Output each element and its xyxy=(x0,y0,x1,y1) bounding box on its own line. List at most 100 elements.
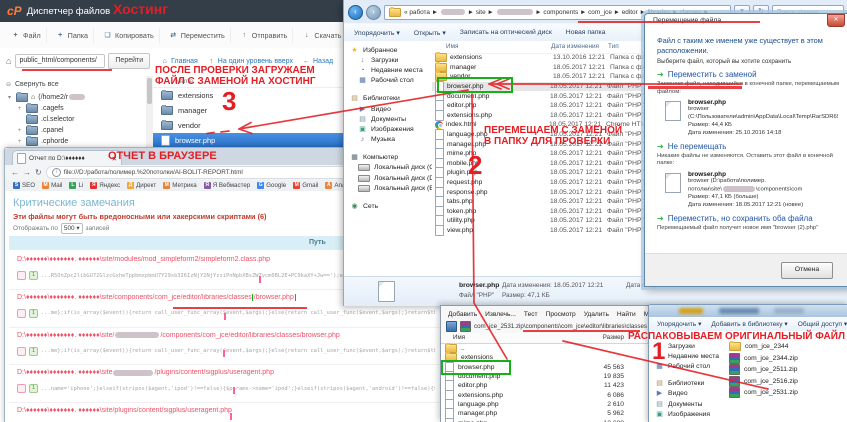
sidebar-item[interactable]: ▣Изображения xyxy=(649,409,727,419)
winrar-toolbar-button[interactable]: Найти xyxy=(617,311,636,318)
cpanel-path-input[interactable]: public_html/components/ xyxy=(15,54,105,68)
winrar-file-row[interactable]: mime.php12 688 xyxy=(441,418,648,422)
chrome-tab[interactable]: Отчет по D:\♦♦♦♦♦♦ ✕ xyxy=(12,150,122,166)
cpanel-collapse-all[interactable]: ⊖ Свернуть все xyxy=(5,81,146,88)
toolbar-item[interactable]: Новая папка xyxy=(566,29,606,36)
bookmark-item[interactable]: ММетрика xyxy=(163,182,196,189)
bookmark-item[interactable]: ЯЯ Вебмастер xyxy=(204,182,251,189)
reload-icon[interactable]: ↻ xyxy=(35,168,42,177)
expander-icon[interactable]: + xyxy=(16,139,23,145)
winrar-file-row[interactable]: language.php2 610 xyxy=(441,400,648,409)
cancel-button[interactable]: Отмена xyxy=(781,262,833,279)
expander-icon[interactable]: + xyxy=(16,106,23,112)
cpanel-file-row[interactable]: browser.php xyxy=(153,133,362,148)
dialog-option-button[interactable]: ➜Переместить, но сохранить оба файла xyxy=(657,214,839,223)
sidebar-item[interactable]: ◉Сеть xyxy=(344,201,432,211)
sidebar-item[interactable]: ♪Музыка xyxy=(344,135,432,145)
archive-file-row[interactable]: com_jce_2516.zip xyxy=(729,376,847,388)
sidebar-item[interactable]: ▶Видео xyxy=(649,389,727,399)
winrar-file-row[interactable]: editor.php11 423 xyxy=(441,381,648,390)
sidebar-item[interactable]: ▦Компьютер xyxy=(344,153,432,163)
sidebar-item[interactable]: ★Избранное xyxy=(344,45,432,55)
bookmark-item[interactable]: MGmail xyxy=(293,182,318,189)
winrar-toolbar-button[interactable]: Удалить xyxy=(584,311,609,318)
bookmark-item[interactable]: SSEO xyxy=(13,182,35,189)
back-icon[interactable]: ← xyxy=(11,168,19,177)
sidebar-item[interactable]: Локальный диск (D xyxy=(344,173,432,183)
sidebar-item[interactable]: ▣Изображения xyxy=(344,124,432,134)
winrar-toolbar-button[interactable]: Тест xyxy=(524,311,538,318)
sidebar-item[interactable]: ▦Рабочий стол xyxy=(344,76,432,86)
sidebar-item[interactable]: ▤Библиотеки xyxy=(344,94,432,104)
file-date: 18.05.2017 12:21 xyxy=(553,73,610,80)
winrar-file-row[interactable]: extensions xyxy=(441,353,648,362)
dialog-option-button[interactable]: ➜Не перемещать xyxy=(657,142,839,151)
cpanel-toolbar-button[interactable]: ↓Скачать xyxy=(297,28,347,43)
winrar-toolbar-button[interactable]: Просмотр xyxy=(546,311,576,318)
bookmark-item[interactable]: LLi xyxy=(69,182,83,189)
winrar-toolbar-button[interactable]: Добавить xyxy=(448,311,477,318)
tab-close-icon[interactable]: ✕ xyxy=(112,155,117,163)
file-name: mobile.php xyxy=(447,160,550,167)
tree-item[interactable]: +.cagefs xyxy=(0,103,146,114)
up-folder-icon[interactable] xyxy=(446,321,457,332)
winrar-file-row[interactable]: document.php19 835 xyxy=(441,372,648,381)
cpanel-file-row[interactable]: vendor xyxy=(153,118,362,133)
sidebar-item[interactable]: Локальный диск (C xyxy=(344,163,432,173)
tree-item[interactable]: .cl.selector xyxy=(0,114,146,125)
forward-icon[interactable]: → xyxy=(23,168,31,177)
sidebar-item[interactable]: ▤Библиотеки xyxy=(649,379,727,389)
toolbar-item[interactable]: Записать на оптический диск xyxy=(460,29,552,36)
close-icon[interactable]: ✕ xyxy=(827,14,845,27)
toolbar-item[interactable]: Упорядочить ▾ xyxy=(657,320,701,328)
sidebar-item[interactable]: Локальный диск (E: xyxy=(344,183,432,193)
archive-file-row[interactable]: com_jce_2531.zip xyxy=(729,387,847,399)
expander-icon[interactable]: + xyxy=(16,128,23,134)
archive-file-row[interactable]: com_jce_2511.zip xyxy=(729,364,847,376)
cpanel-nav-link[interactable]: ←Назад xyxy=(302,58,333,65)
cpanel-toolbar-button[interactable]: ⇄Переместить xyxy=(164,28,231,43)
winrar-toolbar-button[interactable]: Извлечь... xyxy=(485,311,516,318)
sidebar-item[interactable]: ↓Загрузки xyxy=(649,341,727,351)
toolbar-item[interactable]: Открыть ▾ xyxy=(414,29,446,37)
cpanel-toolbar-button[interactable]: ❏Копировать xyxy=(98,28,160,43)
winrar-file-row[interactable]: manager.php5 962 xyxy=(441,409,648,418)
rar-archive-icon xyxy=(729,353,740,364)
sidebar-item[interactable]: ▤Документы xyxy=(344,114,432,124)
sidebar-item[interactable]: ◔Недавние места xyxy=(649,351,727,361)
sidebar-item[interactable]: ▤Документы xyxy=(649,399,727,409)
cpanel-nav-link[interactable]: ⌂Главная xyxy=(160,58,198,65)
info-icon[interactable]: i xyxy=(52,168,61,177)
tree-item[interactable]: +.cpanel xyxy=(0,125,146,136)
cpanel-file-row[interactable]: extensions xyxy=(153,88,362,103)
archive-file-row[interactable]: com_jce_2344.zip xyxy=(729,353,847,365)
sidebar-item[interactable]: ◔Недавние места xyxy=(344,65,432,75)
sidebar-item[interactable]: ▦Рабочий стол xyxy=(649,361,727,371)
archive-file-row[interactable]: com_jce_2344 xyxy=(729,341,847,353)
dialog-option-button[interactable]: ➜Переместить с заменой xyxy=(657,70,839,79)
tree-item[interactable]: ▾⌂(/home2/r xyxy=(0,92,146,103)
bookmark-item[interactable]: ЯЯндекс xyxy=(90,182,120,189)
winrar-file-row[interactable]: extensions.php6 086 xyxy=(441,390,648,399)
cpanel-nav-link[interactable]: ↑На один уровень вверх xyxy=(207,58,293,65)
winrar-file-row[interactable]: .. xyxy=(441,344,648,353)
bookmark-item[interactable]: MMail xyxy=(42,182,62,189)
bookmark-item[interactable]: GGoogle xyxy=(257,182,286,189)
toolbar-item[interactable]: Упорядочить ▾ xyxy=(354,29,400,37)
bookmark-item[interactable]: ДДирект xyxy=(127,182,156,189)
cpanel-file-row[interactable]: manager xyxy=(153,103,362,118)
cpanel-toolbar-button[interactable]: ↑Отправить xyxy=(235,28,294,43)
tree-item[interactable]: +.cphorde xyxy=(0,136,146,147)
toolbar-item[interactable]: Общий доступ ▾ xyxy=(798,320,847,328)
winrar-file-row[interactable]: browser.php45 563 xyxy=(441,363,648,372)
sidebar-item[interactable]: ▶Видео xyxy=(344,104,432,114)
toolbar-item[interactable]: Добавить в библиотеку ▾ xyxy=(711,320,787,328)
cpanel-go-button[interactable]: Перейти xyxy=(108,53,150,69)
page-size-select[interactable]: 500 ▾ xyxy=(61,223,83,234)
cpanel-toolbar-button[interactable]: +Файл xyxy=(6,28,47,43)
expander-icon[interactable]: ▾ xyxy=(6,94,13,101)
forward-icon[interactable]: › xyxy=(366,5,381,20)
back-icon[interactable]: ‹ xyxy=(348,5,363,20)
sidebar-item[interactable]: ↓Загрузки xyxy=(344,55,432,65)
cpanel-toolbar-button[interactable]: +Папка xyxy=(51,28,94,43)
